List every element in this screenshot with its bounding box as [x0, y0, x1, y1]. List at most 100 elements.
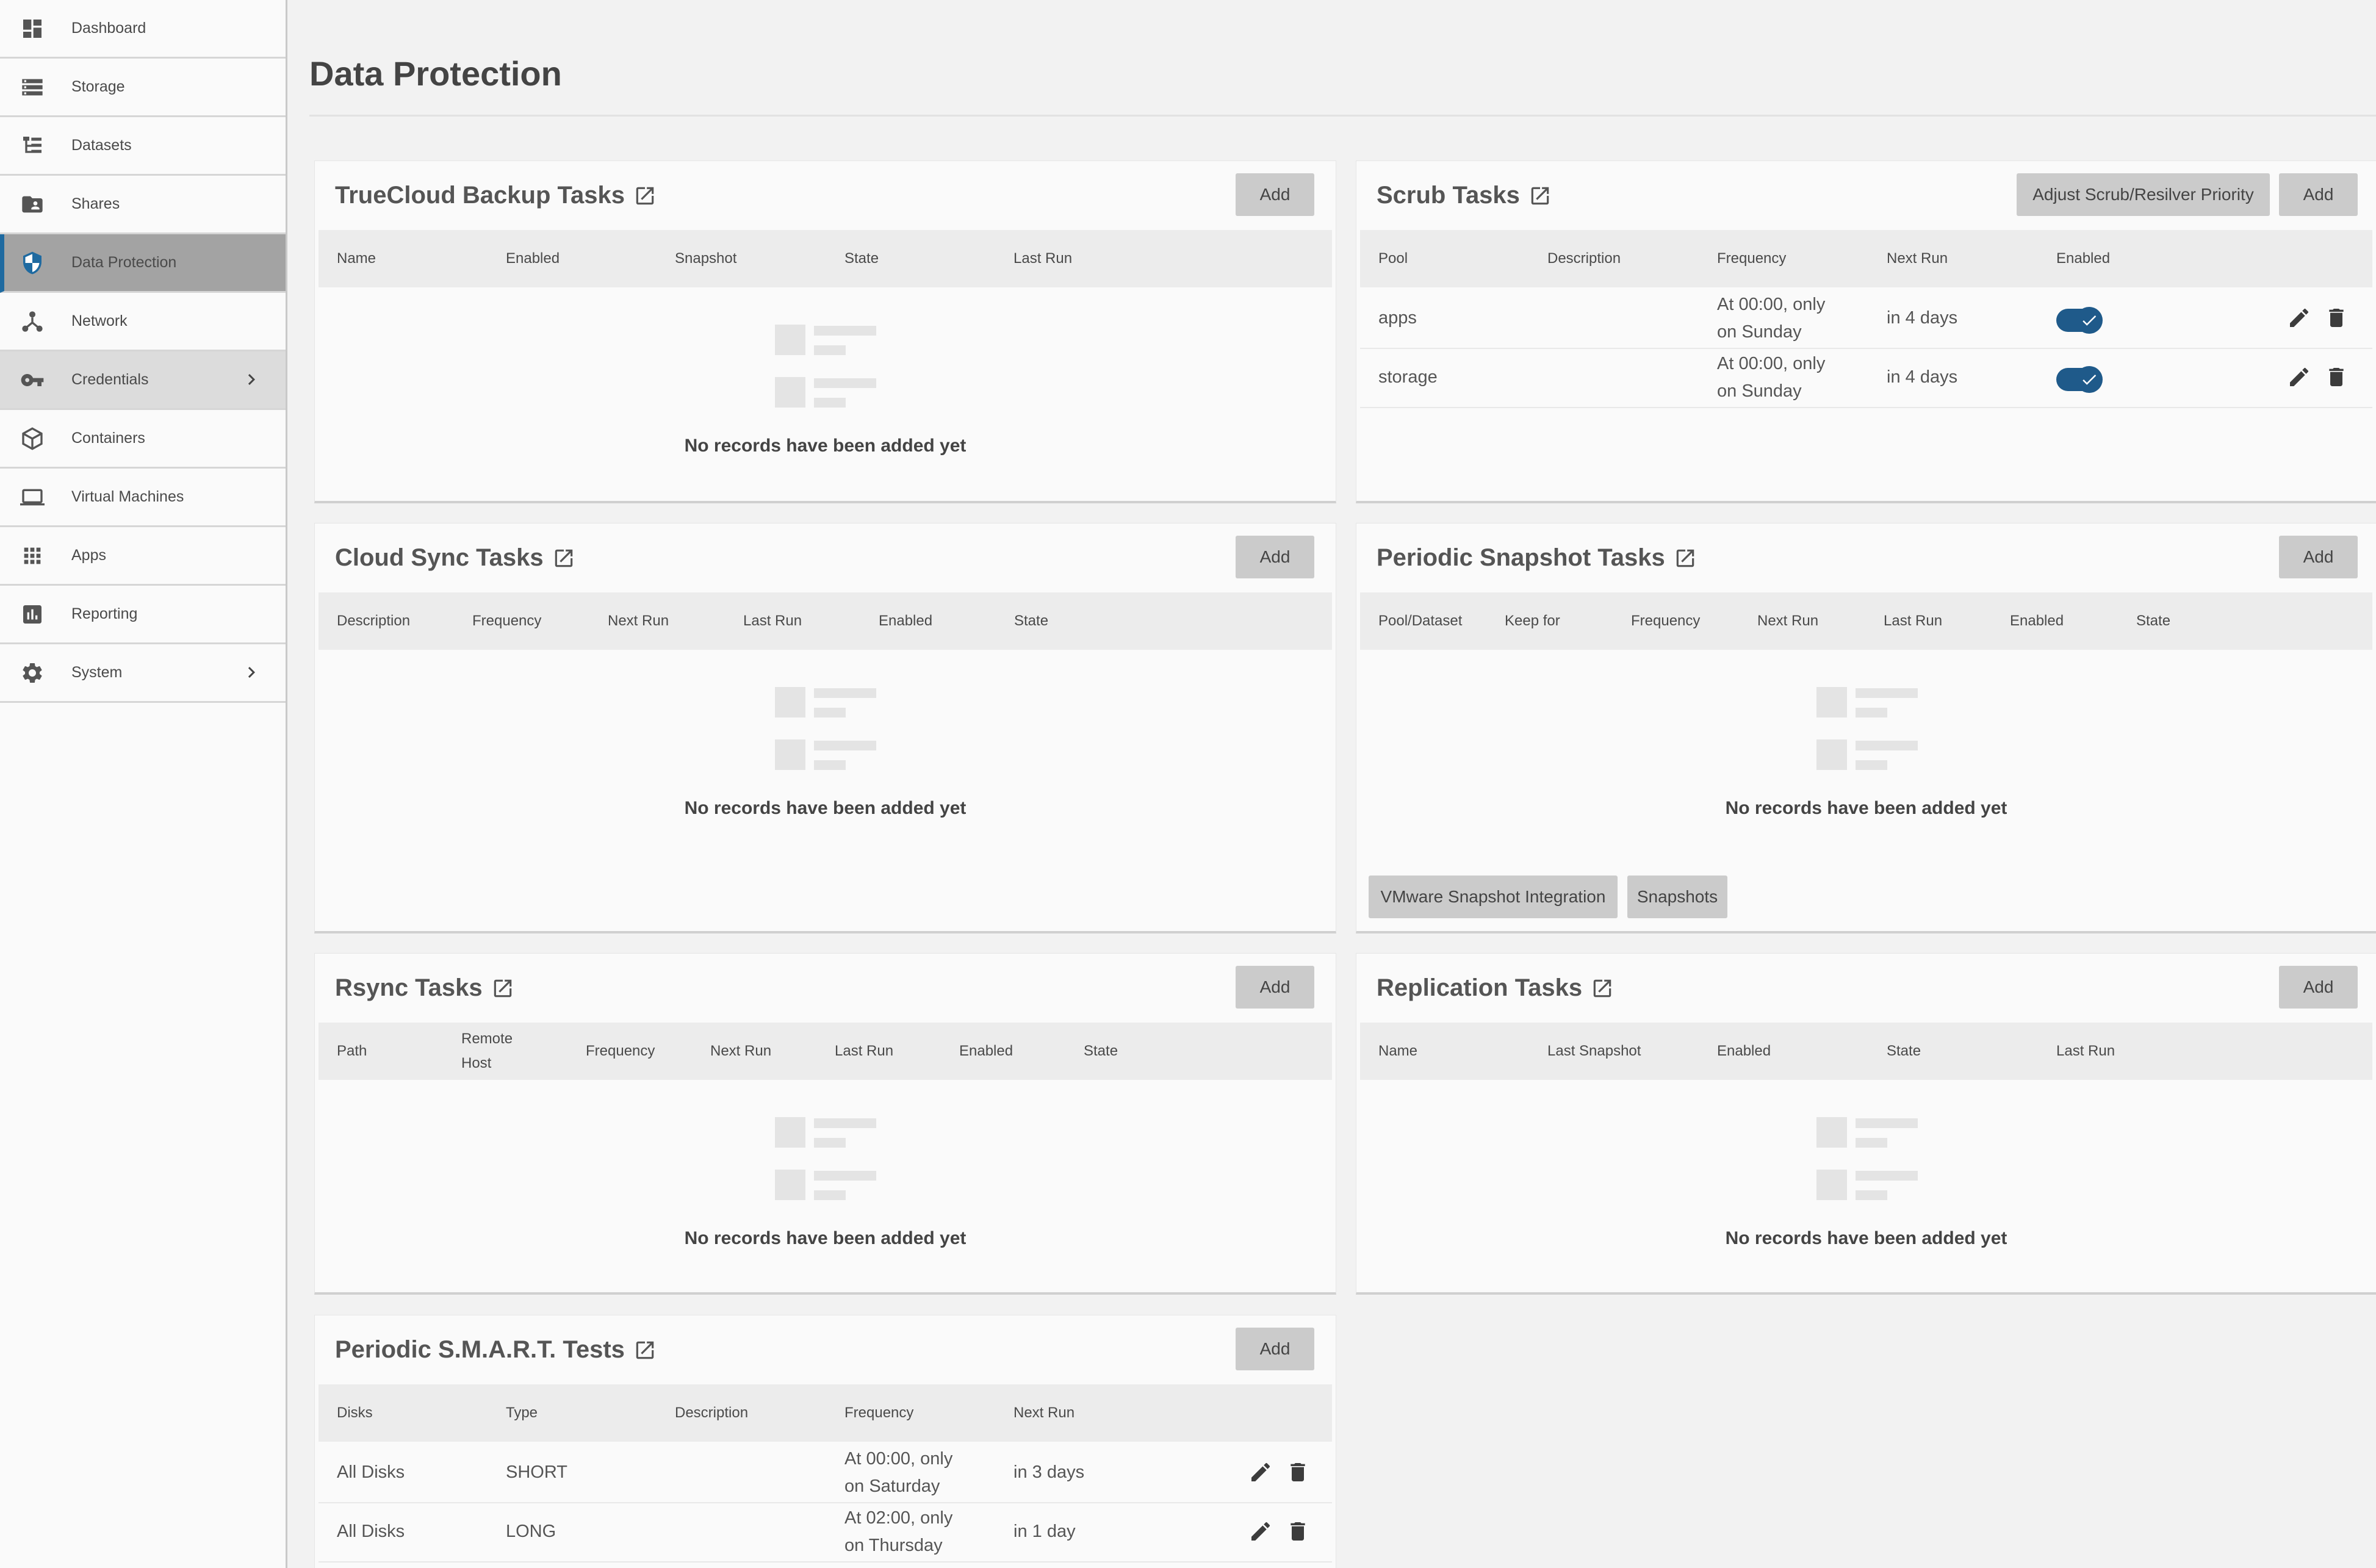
- snapshots-button[interactable]: Snapshots: [1627, 876, 1727, 918]
- column-header[interactable]: Last Run: [2056, 1023, 2115, 1080]
- card-title[interactable]: Periodic S.M.A.R.T. Tests: [335, 1336, 657, 1364]
- card-title[interactable]: Cloud Sync Tasks: [335, 544, 575, 572]
- column-header[interactable]: Enabled: [879, 592, 932, 650]
- sidebar-item-apps[interactable]: Apps: [0, 527, 286, 586]
- sidebar-item-dashboard[interactable]: Dashboard: [0, 0, 286, 59]
- type-cell: SHORT: [506, 1462, 567, 1482]
- column-header[interactable]: State: [2136, 592, 2170, 650]
- column-header[interactable]: Last Run: [835, 1023, 893, 1080]
- open-in-new-icon[interactable]: [1591, 977, 1614, 1000]
- column-header[interactable]: State: [1014, 592, 1048, 650]
- delete-icon[interactable]: [2324, 306, 2349, 330]
- add-button[interactable]: Add: [1236, 173, 1314, 216]
- vmware-snapshot-integration-button[interactable]: VMware Snapshot Integration: [1369, 876, 1618, 918]
- delete-icon[interactable]: [1286, 1460, 1310, 1484]
- column-header[interactable]: Next Run: [1013, 1384, 1075, 1442]
- column-header[interactable]: Frequency: [1631, 592, 1700, 650]
- open-in-new-icon[interactable]: [1528, 184, 1552, 207]
- sidebar-item-containers[interactable]: Containers: [0, 410, 286, 469]
- column-header[interactable]: Enabled: [1717, 1023, 1771, 1080]
- sidebar-item-virtual-machines[interactable]: Virtual Machines: [0, 469, 286, 527]
- add-button[interactable]: Add: [1236, 966, 1314, 1009]
- column-header[interactable]: Path: [337, 1023, 367, 1080]
- column-header[interactable]: Enabled: [506, 230, 560, 287]
- column-header[interactable]: Next Run: [1757, 592, 1818, 650]
- card-title[interactable]: Rsync Tasks: [335, 974, 514, 1002]
- enabled-toggle[interactable]: [2056, 307, 2103, 334]
- table-row[interactable]: storage At 00:00, only on Sunday in 4 day…: [1360, 348, 2372, 408]
- add-button[interactable]: Add: [2279, 173, 2358, 216]
- column-header[interactable]: Frequency: [472, 592, 541, 650]
- column-header[interactable]: Name: [1378, 1023, 1417, 1080]
- sidebar-item-datasets[interactable]: Datasets: [0, 117, 286, 176]
- column-header[interactable]: Frequency: [1717, 230, 1786, 287]
- open-in-new-icon[interactable]: [552, 547, 575, 570]
- empty-list-illustration: [1816, 1117, 1918, 1200]
- add-button[interactable]: Add: [2279, 536, 2358, 578]
- column-header[interactable]: Last Run: [743, 592, 802, 650]
- open-in-new-icon[interactable]: [1674, 547, 1697, 570]
- add-button[interactable]: Add: [1236, 1328, 1314, 1370]
- table-header: Pool Description Frequency Next Run Enab…: [1360, 230, 2372, 287]
- open-in-new-icon[interactable]: [633, 184, 657, 207]
- add-button[interactable]: Add: [2279, 966, 2358, 1009]
- card-title[interactable]: TrueCloud Backup Tasks: [335, 182, 657, 209]
- frequency-line: on Sunday: [1717, 322, 1802, 342]
- sidebar-item-credentials[interactable]: Credentials: [0, 351, 286, 410]
- column-header[interactable]: Keep for: [1505, 592, 1560, 650]
- column-header[interactable]: Last Snapshot: [1547, 1023, 1641, 1080]
- pool-cell: apps: [1378, 308, 1417, 328]
- column-header[interactable]: State: [1084, 1023, 1118, 1080]
- sidebar-item-shares[interactable]: Shares: [0, 176, 286, 234]
- column-header[interactable]: Name: [337, 230, 376, 287]
- column-header[interactable]: Description: [337, 592, 410, 650]
- table-row[interactable]: All Disks LONG At 02:00, only on Thursday…: [319, 1502, 1332, 1563]
- frequency-cell: At 02:00, only on Thursday: [844, 1502, 952, 1561]
- open-in-new-icon[interactable]: [633, 1339, 657, 1362]
- add-button[interactable]: Add: [1236, 536, 1314, 578]
- column-header[interactable]: Pool/Dataset: [1378, 592, 1462, 650]
- table-row[interactable]: apps At 00:00, only on Sunday in 4 days: [1360, 289, 2372, 349]
- column-header[interactable]: Pool: [1378, 230, 1408, 287]
- column-header[interactable]: Next Run: [608, 592, 669, 650]
- column-header[interactable]: Snapshot: [675, 230, 736, 287]
- adjust-scrub-priority-button[interactable]: Adjust Scrub/Resilver Priority: [2017, 173, 2270, 216]
- column-header[interactable]: Enabled: [2010, 592, 2064, 650]
- column-header[interactable]: Next Run: [710, 1023, 771, 1080]
- column-header[interactable]: Next Run: [1887, 230, 1948, 287]
- empty-list-illustration: [775, 325, 876, 408]
- column-header[interactable]: Last Run: [1884, 592, 1942, 650]
- column-header[interactable]: State: [844, 230, 879, 287]
- column-header[interactable]: Description: [1547, 230, 1621, 287]
- sidebar-item-data-protection[interactable]: Data Protection: [0, 234, 286, 293]
- column-header[interactable]: Frequency: [844, 1384, 913, 1442]
- column-header[interactable]: Description: [675, 1384, 748, 1442]
- sidebar-item-label: System: [71, 664, 123, 681]
- delete-icon[interactable]: [2324, 365, 2349, 389]
- edit-icon[interactable]: [2287, 365, 2311, 389]
- delete-icon[interactable]: [1286, 1519, 1310, 1544]
- column-header[interactable]: Type: [506, 1384, 538, 1442]
- card-title[interactable]: Periodic Snapshot Tasks: [1377, 544, 1697, 572]
- sidebar-item-storage[interactable]: Storage: [0, 59, 286, 117]
- column-header[interactable]: Enabled: [959, 1023, 1013, 1080]
- column-header[interactable]: Frequency: [586, 1023, 655, 1080]
- sidebar-item-network[interactable]: Network: [0, 293, 286, 351]
- column-header[interactable]: Last Run: [1013, 230, 1072, 287]
- check-icon: [2083, 375, 2097, 385]
- sidebar-item-system[interactable]: System: [0, 644, 286, 703]
- table-row[interactable]: All Disks SHORT At 00:00, only on Saturda…: [319, 1443, 1332, 1503]
- open-in-new-icon[interactable]: [491, 977, 514, 1000]
- card-title[interactable]: Replication Tasks: [1377, 974, 1614, 1002]
- card-title[interactable]: Scrub Tasks: [1377, 182, 1552, 209]
- edit-icon[interactable]: [1248, 1460, 1273, 1484]
- chevron-right-icon: [248, 667, 255, 678]
- edit-icon[interactable]: [1248, 1519, 1273, 1544]
- column-header[interactable]: State: [1887, 1023, 1921, 1080]
- column-header[interactable]: Disks: [337, 1384, 373, 1442]
- enabled-toggle[interactable]: [2056, 366, 2103, 393]
- column-header[interactable]: Remote Host: [461, 1023, 513, 1080]
- sidebar-item-reporting[interactable]: Reporting: [0, 586, 286, 644]
- column-header[interactable]: Enabled: [2056, 230, 2110, 287]
- edit-icon[interactable]: [2287, 306, 2311, 330]
